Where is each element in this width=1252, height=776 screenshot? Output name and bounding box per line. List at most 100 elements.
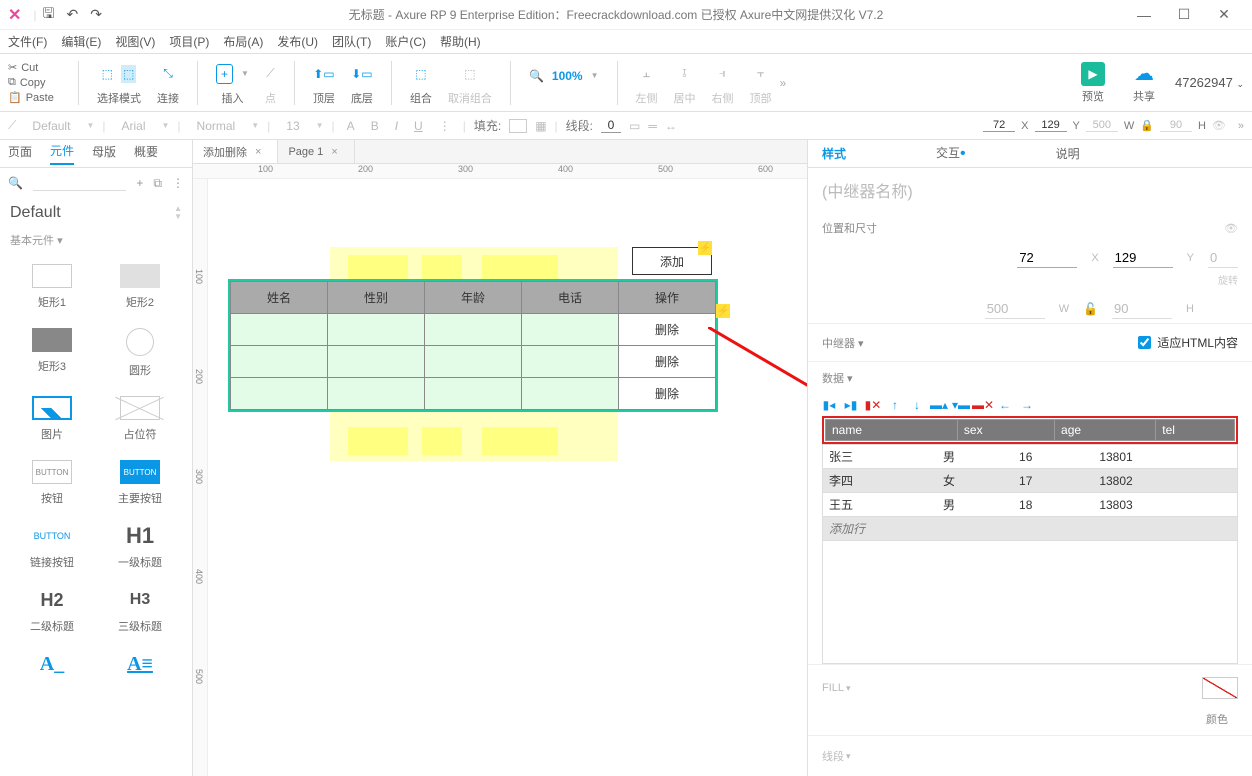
adapt-html-checkbox[interactable]: 适应HTML内容 xyxy=(1138,334,1238,351)
menu-edit[interactable]: 编辑(E) xyxy=(61,33,101,50)
line-color-icon[interactable]: ▭ xyxy=(629,119,640,133)
widget-text[interactable]: A_ xyxy=(12,652,92,694)
close-button[interactable]: ✕ xyxy=(1204,6,1244,23)
cut-button[interactable]: ✂Cut xyxy=(8,61,68,74)
x-input[interactable] xyxy=(1017,248,1077,268)
rotate-input[interactable] xyxy=(1208,248,1238,268)
widget-h3[interactable]: H3三级标题 xyxy=(100,588,180,634)
w-input[interactable] xyxy=(985,299,1045,319)
x-input[interactable]: 72 xyxy=(983,119,1015,132)
tab-style[interactable]: 样式 xyxy=(822,145,846,162)
bold-icon[interactable]: B xyxy=(367,119,383,133)
fill-color-swatch[interactable] xyxy=(1202,677,1238,699)
add-library-icon[interactable]: + xyxy=(136,176,143,190)
library-select[interactable]: Default▲▼ xyxy=(0,198,192,228)
zoom-group[interactable]: 🔍100%▼ xyxy=(529,62,599,104)
canvas[interactable]: 添加 ⚡ 姓名 性别 年龄 电话 操作 删除 删除 删除 xyxy=(208,179,807,776)
visibility-icon[interactable]: 👁 xyxy=(1212,119,1226,132)
font-select[interactable]: Arial xyxy=(113,117,153,135)
add-row-button[interactable]: 添加行 xyxy=(823,517,1237,541)
delete-cell[interactable]: 删除 xyxy=(619,314,716,346)
interaction-bolt-icon[interactable]: ⚡ xyxy=(716,304,730,318)
save-icon[interactable]: 🖫 xyxy=(43,3,55,27)
data-col-header[interactable]: tel xyxy=(1156,420,1235,441)
tab-page[interactable]: 页面 xyxy=(8,143,32,164)
widget-image[interactable]: 图片 xyxy=(12,396,92,442)
tab-interact[interactable]: 交互• xyxy=(936,144,966,163)
widget-circle[interactable]: 圆形 xyxy=(100,328,180,378)
delete-col-icon[interactable]: ▮✕ xyxy=(866,398,880,412)
close-icon[interactable]: × xyxy=(255,146,261,158)
eye-icon[interactable]: 👁 xyxy=(1224,222,1238,235)
collapse-icon[interactable]: ▾ xyxy=(57,235,63,247)
widget-name-input[interactable]: (中继器名称) xyxy=(808,168,1252,212)
add-row-above-icon[interactable]: ▬▴ xyxy=(932,398,946,412)
data-col-header[interactable]: age xyxy=(1055,420,1156,441)
repeater-data-table[interactable]: name sex age tel xyxy=(825,419,1235,441)
add-row-below-icon[interactable]: ▾▬ xyxy=(954,398,968,412)
widget-button[interactable]: BUTTON按钮 xyxy=(12,460,92,506)
data-row[interactable]: 王五男1813803 xyxy=(823,493,1237,517)
y-input[interactable]: 129 xyxy=(1035,119,1067,132)
delete-cell[interactable]: 删除 xyxy=(619,346,716,378)
insert-group[interactable]: +▼ 插入 xyxy=(216,60,249,106)
close-icon[interactable]: × xyxy=(331,146,337,158)
fill-swatch[interactable] xyxy=(509,119,527,133)
copy-button[interactable]: ⧉Copy xyxy=(8,76,68,89)
preview-group[interactable]: ▶ 预览 xyxy=(1081,62,1105,104)
select-mode-group[interactable]: ⬚⬚ 选择模式 xyxy=(97,60,141,106)
italic-icon[interactable]: I xyxy=(391,119,402,133)
arrow-icon[interactable]: ↔ xyxy=(665,119,677,133)
widget-rect2[interactable]: 矩形2 xyxy=(100,264,180,310)
move-left-icon[interactable]: ← xyxy=(998,398,1012,412)
weight-select[interactable]: Normal xyxy=(189,117,244,135)
menu-team[interactable]: 团队(T) xyxy=(332,33,371,50)
underline-icon[interactable]: U xyxy=(410,119,427,133)
top-layer-group[interactable]: ⬆▭ 顶层 xyxy=(313,60,335,106)
search-input[interactable] xyxy=(33,176,126,191)
delete-cell[interactable]: 删除 xyxy=(619,378,716,410)
add-col-right-icon[interactable]: ▸▮ xyxy=(844,398,858,412)
lock-icon[interactable]: 🔒 xyxy=(1140,119,1154,132)
share-group[interactable]: ☁ 共享 xyxy=(1133,61,1155,104)
connect-group[interactable]: ⤡ 连接 xyxy=(157,60,179,106)
widget-rect3[interactable]: 矩形3 xyxy=(12,328,92,378)
canvas-tab-1[interactable]: 添加删除× xyxy=(193,140,278,163)
widget-placeholder[interactable]: 占位符 xyxy=(100,396,180,442)
data-col-header[interactable]: sex xyxy=(957,420,1054,441)
widget-rect1[interactable]: 矩形1 xyxy=(12,264,92,310)
data-col-header[interactable]: name xyxy=(826,420,958,441)
tab-widgets[interactable]: 元件 xyxy=(50,142,74,165)
menu-project[interactable]: 项目(P) xyxy=(169,33,209,50)
undo-icon[interactable]: ↶ xyxy=(66,6,78,23)
menu-file[interactable]: 文件(F) xyxy=(8,33,47,50)
data-row[interactable]: 李四女1713802 xyxy=(823,469,1237,493)
size-select[interactable]: 13 xyxy=(278,117,307,135)
delete-row-icon[interactable]: ▬✕ xyxy=(976,398,990,412)
bottom-layer-group[interactable]: ⬇▭ 底层 xyxy=(351,60,373,106)
line-width-input[interactable]: 0 xyxy=(601,118,621,133)
account-label[interactable]: 47262947 ⌄ xyxy=(1175,75,1244,90)
repeater-data-body[interactable]: 张三男1613801 李四女1713802 王五男1813803 添加行 xyxy=(823,444,1237,541)
interaction-bolt-icon[interactable]: ⚡ xyxy=(698,241,712,255)
add-col-left-icon[interactable]: ▮◂ xyxy=(822,398,836,412)
paste-button[interactable]: 📋Paste xyxy=(8,91,68,104)
repeater-widget[interactable]: 姓名 性别 年龄 电话 操作 删除 删除 删除 xyxy=(228,279,718,412)
menu-icon[interactable]: ⋮ xyxy=(172,176,184,190)
menu-arrange[interactable]: 布局(A) xyxy=(223,33,263,50)
menu-account[interactable]: 账户(C) xyxy=(385,33,426,50)
h-input[interactable]: 90 xyxy=(1160,119,1192,132)
menu-help[interactable]: 帮助(H) xyxy=(440,33,481,50)
paint-icon[interactable]: ⟋ xyxy=(8,118,16,133)
w-input[interactable]: 500 xyxy=(1086,119,1118,132)
tab-masters[interactable]: 母版 xyxy=(92,143,116,164)
library-icon[interactable]: ⧉ xyxy=(153,176,162,191)
search-icon[interactable]: 🔍 xyxy=(8,176,23,190)
move-right-icon[interactable]: → xyxy=(1020,398,1034,412)
group-group[interactable]: ⬚ 组合 xyxy=(410,60,432,106)
more-icon[interactable]: » xyxy=(780,76,787,90)
fill-image-icon[interactable]: ▦ xyxy=(535,119,546,133)
tab-outline[interactable]: 概要 xyxy=(134,143,158,164)
widget-h2[interactable]: H2二级标题 xyxy=(12,588,92,634)
style-select[interactable]: Default xyxy=(24,117,78,135)
